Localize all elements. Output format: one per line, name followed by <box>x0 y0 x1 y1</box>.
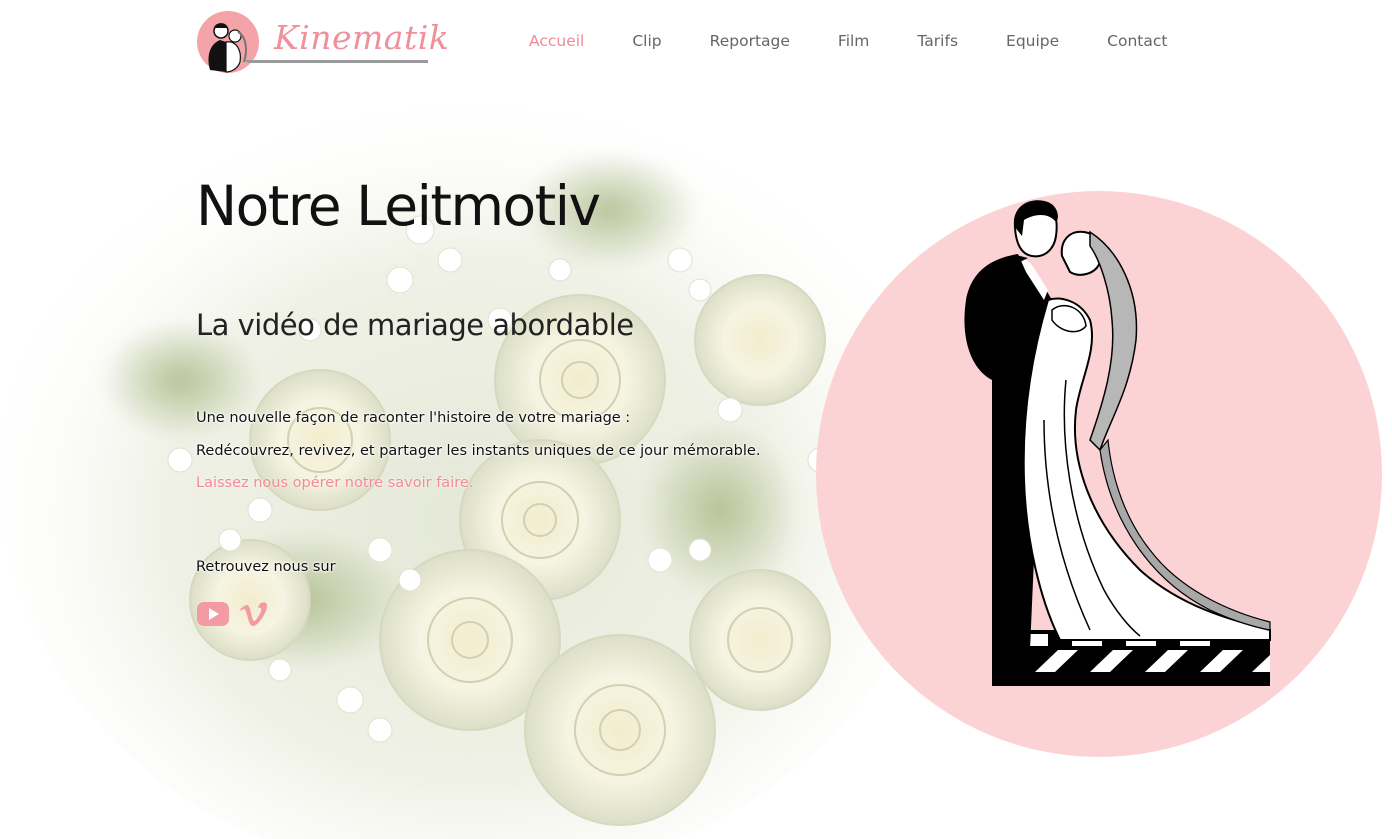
hero-subtitle: La vidéo de mariage abordable <box>196 308 634 342</box>
nav-item-accueil[interactable]: Accueil <box>505 28 608 54</box>
vimeo-icon <box>240 602 268 626</box>
hero-highlight: Laissez nous opérer notre savoir faire. <box>196 475 474 491</box>
nav-item-clip[interactable]: Clip <box>608 28 685 54</box>
nav-item-reportage[interactable]: Reportage <box>686 28 814 54</box>
hero-title: Notre Leitmotiv <box>196 174 601 238</box>
nav-item-contact[interactable]: Contact <box>1083 28 1191 54</box>
main-nav: Accueil Clip Reportage Film Tarifs Equip… <box>505 28 1191 54</box>
youtube-link[interactable] <box>196 600 230 632</box>
brand-name: Kinematik <box>274 18 450 57</box>
nav-item-film[interactable]: Film <box>814 28 894 54</box>
site-header: Kinematik Accueil Clip Reportage Film Ta… <box>0 0 1392 82</box>
nav-item-tarifs[interactable]: Tarifs <box>893 28 982 54</box>
social-links <box>196 600 268 632</box>
follow-us-label: Retrouvez nous sur <box>196 559 336 575</box>
nav-item-equipe[interactable]: Equipe <box>982 28 1083 54</box>
brand-logo-link[interactable]: Kinematik <box>196 10 449 76</box>
page: Kinematik Accueil Clip Reportage Film Ta… <box>0 0 1392 839</box>
hero-text-line-2: Redécouvrez, revivez, et partager les in… <box>196 443 761 459</box>
hero-text-line-1: Une nouvelle façon de raconter l'histoir… <box>196 410 631 426</box>
vimeo-link[interactable] <box>238 600 268 632</box>
youtube-icon <box>197 602 229 626</box>
